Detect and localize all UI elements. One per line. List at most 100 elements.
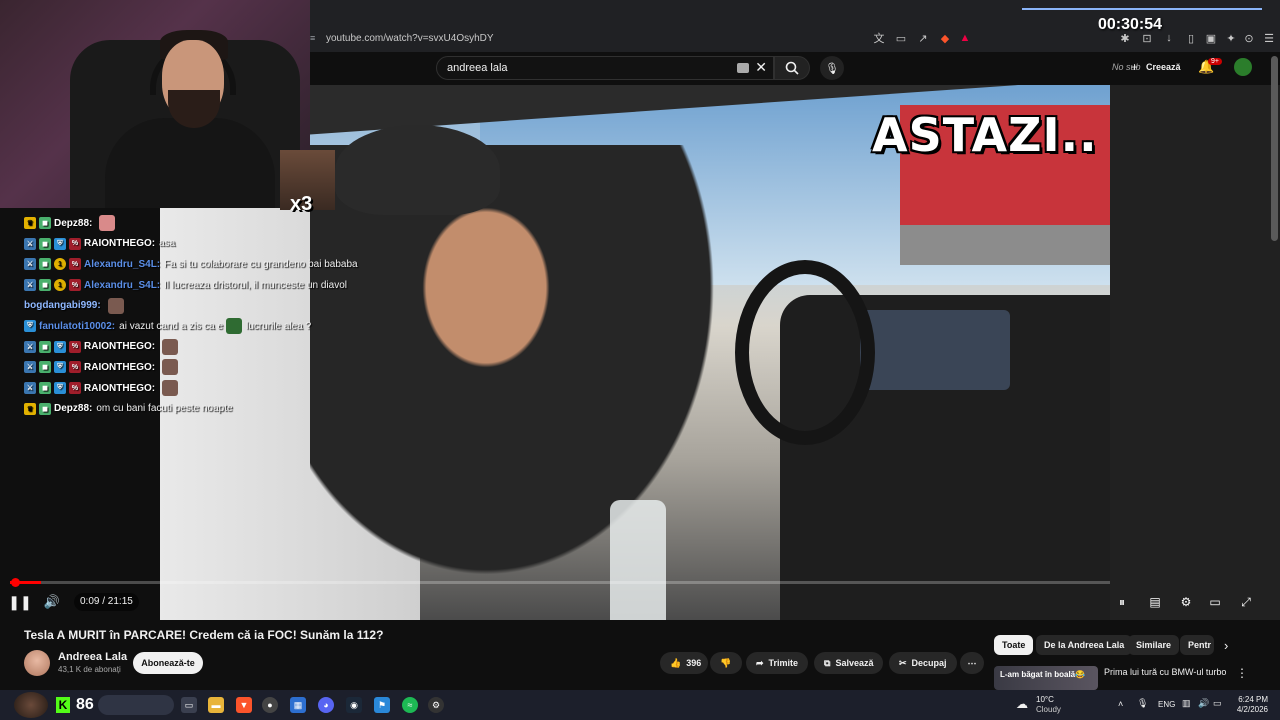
chip-similar[interactable]: Similare <box>1128 635 1180 655</box>
gold-badge-icon: 1 <box>54 279 66 292</box>
share-button[interactable]: ➦ Trimite <box>746 652 809 674</box>
like-button[interactable]: 👍 396 <box>660 652 708 674</box>
cloud-icon: ☁ <box>1016 697 1028 711</box>
download-icon[interactable]: ↓ <box>1162 31 1176 45</box>
sword-badge-icon: ⚔ <box>24 382 36 395</box>
progress-bar[interactable] <box>10 581 1110 584</box>
crown-badge-icon: ♛ <box>24 217 36 230</box>
chip-for-you[interactable]: Pentr <box>1180 635 1214 655</box>
search-input[interactable]: andreea lala ✕ <box>436 56 774 80</box>
chat-username: bogdangabi999: <box>24 300 101 312</box>
brave-rewards-icon[interactable]: ▲ <box>958 31 972 45</box>
fullscreen-button[interactable]: ⤢ <box>1236 592 1256 612</box>
like-count: 396 <box>686 658 702 668</box>
network-icon[interactable]: ▥ <box>1182 698 1191 709</box>
tray-chevron-icon[interactable]: ˄ <box>1118 699 1123 709</box>
crown-badge-icon: ♛ <box>24 402 36 415</box>
obs-icon[interactable]: ● <box>262 697 278 713</box>
volume-button[interactable]: 🔊 <box>42 592 62 612</box>
clock-date[interactable]: 4/2/2026 <box>1228 705 1268 714</box>
clip-button[interactable]: ✂ Decupaj <box>889 652 957 674</box>
site-info-icon[interactable]: ≡ <box>310 33 320 43</box>
account-avatar[interactable] <box>1234 58 1252 76</box>
sword-badge-icon: ⚔ <box>24 279 36 292</box>
channel-name[interactable]: Andreea Lala <box>58 651 127 663</box>
file-explorer-icon[interactable]: ▬ <box>208 697 224 713</box>
sidebar-icon[interactable]: ▯ <box>1184 31 1198 45</box>
autoplay-toggle[interactable]: ⏸ <box>1112 592 1132 612</box>
keyboard-icon[interactable] <box>737 63 749 73</box>
chip-from-channel[interactable]: De la Andreea Lala <box>1036 635 1133 655</box>
task-view-icon[interactable]: ▭ <box>181 697 197 713</box>
sword-badge-icon: ⚔ <box>24 340 36 353</box>
battery-icon[interactable]: ▭ <box>1213 698 1222 709</box>
steam-icon[interactable]: ◉ <box>346 697 362 713</box>
gold-badge-icon: 1 <box>54 258 66 271</box>
search-button[interactable] <box>774 56 810 80</box>
red-badge-icon: % <box>69 258 81 271</box>
clock-time[interactable]: 6:24 PM <box>1228 695 1268 704</box>
spotify-icon[interactable]: ≈ <box>402 697 418 713</box>
channel-avatar[interactable] <box>24 650 50 676</box>
sub-badge-icon: ◼ <box>39 217 51 230</box>
store-icon[interactable]: ▦ <box>290 697 306 713</box>
chat-text: lucrurile alea ? <box>246 320 312 332</box>
subscribe-button[interactable]: Abonează-te <box>133 652 203 674</box>
subtitles-icon: ▤ <box>1149 595 1161 609</box>
chat-emote-icon <box>107 297 124 314</box>
recommendation-thumbnail[interactable]: L-am băgat în boală😂 <box>994 666 1098 690</box>
chat-username: fanulatoti10002: <box>39 320 116 332</box>
settings-button[interactable]: ⚙ <box>1176 592 1196 612</box>
settings-app-icon[interactable]: ⚙ <box>428 697 444 713</box>
pause-button[interactable]: ❚❚ <box>8 592 31 612</box>
url-text: youtube.com/watch?v=svxU4OsyhDY <box>326 32 494 44</box>
chevron-right-icon[interactable]: › <box>1224 638 1228 653</box>
share-page-icon[interactable]: ↗ <box>916 31 930 45</box>
dislike-button[interactable]: 👎 <box>710 652 742 674</box>
app-icon[interactable]: ⚑ <box>374 697 390 713</box>
translate-icon[interactable]: 文 <box>872 31 886 45</box>
input-language[interactable]: ENG <box>1158 700 1175 709</box>
page-scrollbar[interactable] <box>1271 56 1278 241</box>
timer-accent-line <box>1022 8 1262 10</box>
video-frame-steering-wheel <box>735 260 875 445</box>
speaker-icon[interactable]: 🔊 <box>1198 698 1209 709</box>
notification-count-badge: 9+ <box>1208 58 1222 65</box>
vpn-icon[interactable]: ⊙ <box>1242 31 1256 45</box>
video-overlay-text: ASTAZI.. <box>872 108 1098 162</box>
recommendation-title[interactable]: Prima lui tură cu BMW-ul turbo <box>1104 667 1226 677</box>
create-button[interactable]: Creează <box>1146 62 1181 72</box>
more-actions-button[interactable]: ⋯ <box>960 652 984 674</box>
sub-badge-icon: ◼ <box>39 237 51 250</box>
theater-mode-button[interactable]: ▭ <box>1205 592 1225 612</box>
chat-username: Alexandru_S4L: <box>84 279 161 291</box>
chat-message: ⛨ fanulatoti10002: ai vazut cand a zis ca … <box>24 316 404 337</box>
red-badge-icon: % <box>69 340 81 353</box>
subtitles-button[interactable]: ▤ <box>1145 592 1165 612</box>
leo-icon[interactable]: ✦ <box>1224 31 1238 45</box>
tray-mic-icon[interactable]: 🎙 <box>1137 698 1148 709</box>
thumbs-down-icon: 👎 <box>720 657 732 668</box>
weather-temperature[interactable]: 10°C <box>1036 695 1054 704</box>
progress-scrubber[interactable] <box>11 578 20 587</box>
create-plus-icon[interactable]: + <box>1131 60 1138 74</box>
brave-browser-icon[interactable]: ▼ <box>236 697 252 713</box>
weather-condition[interactable]: Cloudy <box>1036 705 1061 714</box>
clear-search-icon[interactable]: ✕ <box>755 59 767 76</box>
save-label: Salvează <box>835 658 874 668</box>
brave-shield-icon[interactable]: ◆ <box>938 31 952 45</box>
mod-badge-icon: ⛨ <box>54 382 66 395</box>
wallet-icon[interactable]: ▣ <box>1204 31 1218 45</box>
chip-all[interactable]: Toate <box>994 635 1034 655</box>
chat-text: om cu bani facuti peste noapte <box>96 403 233 415</box>
discord-icon[interactable]: ◕ <box>318 697 334 713</box>
red-badge-icon: % <box>69 237 81 250</box>
recommendation-menu-icon[interactable]: ⋮ <box>1236 666 1248 680</box>
video-title: Tesla A MURIT în PARCARE! Credem că ia F… <box>24 628 384 642</box>
menu-icon[interactable]: ☰ <box>1262 31 1276 45</box>
taskbar-search[interactable] <box>98 695 174 715</box>
cast-icon[interactable]: ▭ <box>894 31 908 45</box>
voice-search-button[interactable]: 🎙 <box>820 56 844 80</box>
sword-badge-icon: ⚔ <box>24 258 36 271</box>
save-button[interactable]: ⧉ Salvează <box>814 652 884 674</box>
